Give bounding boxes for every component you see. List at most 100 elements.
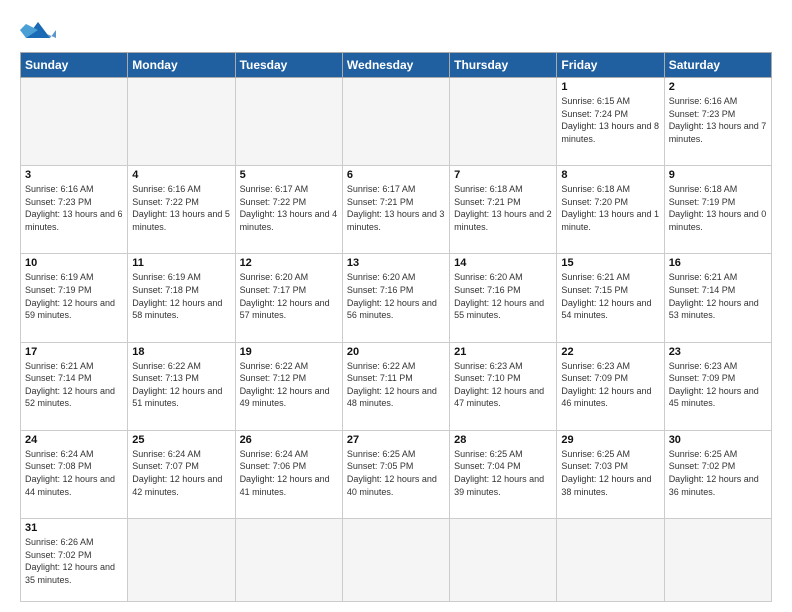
calendar-cell: 24Sunrise: 6:24 AMSunset: 7:08 PMDayligh… [21, 430, 128, 518]
day-info: Sunrise: 6:24 AMSunset: 7:07 PMDaylight:… [132, 448, 230, 498]
calendar-cell: 5Sunrise: 6:17 AMSunset: 7:22 PMDaylight… [235, 166, 342, 254]
day-info: Sunrise: 6:23 AMSunset: 7:10 PMDaylight:… [454, 360, 552, 410]
day-info: Sunrise: 6:21 AMSunset: 7:14 PMDaylight:… [25, 360, 123, 410]
day-number: 31 [25, 522, 123, 534]
day-info: Sunrise: 6:20 AMSunset: 7:16 PMDaylight:… [454, 271, 552, 321]
calendar-cell: 28 Sunrise: 6:25 AMSunset: 7:04 PMDayligh… [450, 430, 557, 518]
day-number: 17 [25, 346, 123, 358]
day-info: Sunrise: 6:16 AMSunset: 7:23 PMDaylight:… [669, 95, 767, 145]
day-info: Sunrise: 6:17 AMSunset: 7:21 PMDaylight:… [347, 183, 445, 233]
calendar-cell: 17 Sunrise: 6:21 AMSunset: 7:14 PMDayligh… [21, 342, 128, 430]
day-number: 9 [669, 169, 767, 181]
day-number: 19 [240, 346, 338, 358]
calendar-cell: 11 Sunrise: 6:19 AMSunset: 7:18 PMDayligh… [128, 254, 235, 342]
calendar-cell: 23 Sunrise: 6:23 AMSunset: 7:09 PMDayligh… [664, 342, 771, 430]
calendar-cell [450, 519, 557, 602]
day-info: Sunrise: 6:25 AMSunset: 7:02 PMDaylight:… [669, 448, 767, 498]
day-info: Sunrise: 6:19 AMSunset: 7:18 PMDaylight:… [132, 271, 230, 321]
column-header-wednesday: Wednesday [342, 53, 449, 78]
calendar-cell: 10 Sunrise: 6:19 AMSunset: 7:19 PMDayligh… [21, 254, 128, 342]
day-number: 23 [669, 346, 767, 358]
day-info: Sunrise: 6:18 AMSunset: 7:21 PMDaylight:… [454, 183, 552, 233]
column-header-saturday: Saturday [664, 53, 771, 78]
calendar-cell: 3 Sunrise: 6:16 AMSunset: 7:23 PMDaylight… [21, 166, 128, 254]
day-info: Sunrise: 6:22 AMSunset: 7:12 PMDaylight:… [240, 360, 338, 410]
day-info: Sunrise: 6:16 AMSunset: 7:23 PMDaylight:… [25, 183, 123, 233]
day-info: Sunrise: 6:26 AMSunset: 7:02 PMDaylight:… [25, 536, 123, 586]
day-info: Sunrise: 6:23 AMSunset: 7:09 PMDaylight:… [561, 360, 659, 410]
calendar-cell: 8 Sunrise: 6:18 AMSunset: 7:20 PMDaylight… [557, 166, 664, 254]
day-number: 20 [347, 346, 445, 358]
day-number: 11 [132, 257, 230, 269]
day-info: Sunrise: 6:15 AMSunset: 7:24 PMDaylight:… [561, 95, 659, 145]
calendar-cell [450, 78, 557, 166]
column-header-monday: Monday [128, 53, 235, 78]
calendar-cell [557, 519, 664, 602]
day-number: 29 [561, 434, 659, 446]
calendar-cell [21, 78, 128, 166]
calendar-cell: 18 Sunrise: 6:22 AMSunset: 7:13 PMDayligh… [128, 342, 235, 430]
day-number: 8 [561, 169, 659, 181]
day-number: 6 [347, 169, 445, 181]
calendar-cell: 16Sunrise: 6:21 AMSunset: 7:14 PMDayligh… [664, 254, 771, 342]
day-number: 21 [454, 346, 552, 358]
calendar-week-row: 10 Sunrise: 6:19 AMSunset: 7:19 PMDayligh… [21, 254, 772, 342]
day-number: 18 [132, 346, 230, 358]
calendar-cell: 30 Sunrise: 6:25 AMSunset: 7:02 PMDayligh… [664, 430, 771, 518]
calendar-cell [128, 78, 235, 166]
calendar-week-row: 17 Sunrise: 6:21 AMSunset: 7:14 PMDayligh… [21, 342, 772, 430]
day-number: 14 [454, 257, 552, 269]
calendar-cell: 20 Sunrise: 6:22 AMSunset: 7:11 PMDayligh… [342, 342, 449, 430]
calendar-cell [128, 519, 235, 602]
calendar-header-row: SundayMondayTuesdayWednesdayThursdayFrid… [21, 53, 772, 78]
day-info: Sunrise: 6:25 AMSunset: 7:03 PMDaylight:… [561, 448, 659, 498]
generalblue-icon [20, 16, 56, 44]
column-header-thursday: Thursday [450, 53, 557, 78]
day-number: 15 [561, 257, 659, 269]
day-info: Sunrise: 6:22 AMSunset: 7:13 PMDaylight:… [132, 360, 230, 410]
logo [20, 16, 62, 44]
calendar-cell: 26Sunrise: 6:24 AMSunset: 7:06 PMDayligh… [235, 430, 342, 518]
day-info: Sunrise: 6:20 AMSunset: 7:16 PMDaylight:… [347, 271, 445, 321]
calendar-cell: 22Sunrise: 6:23 AMSunset: 7:09 PMDayligh… [557, 342, 664, 430]
calendar-cell: 14 Sunrise: 6:20 AMSunset: 7:16 PMDayligh… [450, 254, 557, 342]
day-number: 7 [454, 169, 552, 181]
calendar-week-row: 24Sunrise: 6:24 AMSunset: 7:08 PMDayligh… [21, 430, 772, 518]
calendar-page: SundayMondayTuesdayWednesdayThursdayFrid… [0, 0, 792, 612]
column-header-friday: Friday [557, 53, 664, 78]
calendar-cell [664, 519, 771, 602]
day-info: Sunrise: 6:21 AMSunset: 7:15 PMDaylight:… [561, 271, 659, 321]
calendar-cell: 7 Sunrise: 6:18 AMSunset: 7:21 PMDaylight… [450, 166, 557, 254]
calendar-cell: 4Sunrise: 6:16 AMSunset: 7:22 PMDaylight… [128, 166, 235, 254]
header [20, 16, 772, 44]
day-info: Sunrise: 6:24 AMSunset: 7:06 PMDaylight:… [240, 448, 338, 498]
calendar-cell: 1 Sunrise: 6:15 AMSunset: 7:24 PMDaylight… [557, 78, 664, 166]
day-info: Sunrise: 6:19 AMSunset: 7:19 PMDaylight:… [25, 271, 123, 321]
day-number: 10 [25, 257, 123, 269]
day-info: Sunrise: 6:17 AMSunset: 7:22 PMDaylight:… [240, 183, 338, 233]
day-number: 12 [240, 257, 338, 269]
day-info: Sunrise: 6:18 AMSunset: 7:20 PMDaylight:… [561, 183, 659, 233]
calendar-table: SundayMondayTuesdayWednesdayThursdayFrid… [20, 52, 772, 602]
calendar-cell: 6 Sunrise: 6:17 AMSunset: 7:21 PMDaylight… [342, 166, 449, 254]
calendar-cell: 25Sunrise: 6:24 AMSunset: 7:07 PMDayligh… [128, 430, 235, 518]
day-info: Sunrise: 6:23 AMSunset: 7:09 PMDaylight:… [669, 360, 767, 410]
day-number: 16 [669, 257, 767, 269]
day-number: 24 [25, 434, 123, 446]
day-number: 2 [669, 81, 767, 93]
calendar-week-row: 3 Sunrise: 6:16 AMSunset: 7:23 PMDaylight… [21, 166, 772, 254]
day-number: 3 [25, 169, 123, 181]
day-number: 13 [347, 257, 445, 269]
calendar-cell [235, 519, 342, 602]
day-info: Sunrise: 6:25 AMSunset: 7:04 PMDaylight:… [454, 448, 552, 498]
calendar-cell: 15 Sunrise: 6:21 AMSunset: 7:15 PMDayligh… [557, 254, 664, 342]
calendar-cell: 12Sunrise: 6:20 AMSunset: 7:17 PMDayligh… [235, 254, 342, 342]
column-header-sunday: Sunday [21, 53, 128, 78]
calendar-cell: 29 Sunrise: 6:25 AMSunset: 7:03 PMDayligh… [557, 430, 664, 518]
day-number: 1 [561, 81, 659, 93]
day-number: 30 [669, 434, 767, 446]
day-info: Sunrise: 6:22 AMSunset: 7:11 PMDaylight:… [347, 360, 445, 410]
day-number: 28 [454, 434, 552, 446]
day-number: 27 [347, 434, 445, 446]
day-info: Sunrise: 6:25 AMSunset: 7:05 PMDaylight:… [347, 448, 445, 498]
